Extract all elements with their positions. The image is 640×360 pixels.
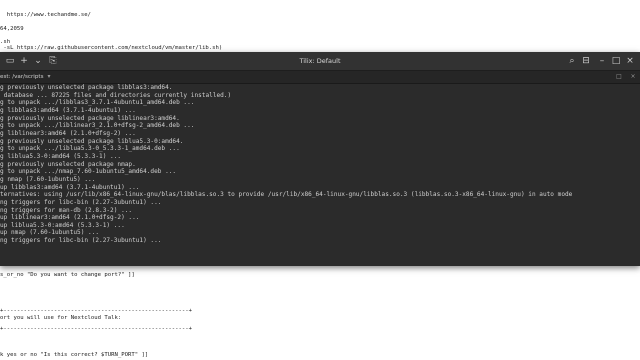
background-line: s_or_no "Do you want to change port?" ]] bbox=[0, 272, 135, 278]
terminal-line: ng triggers for libc-bin (2.27-3ubuntu1)… bbox=[0, 237, 162, 245]
terminal-line: g liblua5.3-0:amd64 (5.3.3-1) ... bbox=[0, 152, 122, 160]
terminal-line: ng triggers for man-db (2.8.3-2) ... bbox=[0, 206, 133, 214]
title-bar[interactable]: ▭ + ⌄ ⎘ Tilix: Default ⌕ ⊟ – □ × bbox=[0, 52, 640, 71]
session-dropdown-icon[interactable]: ▾ bbox=[44, 72, 54, 82]
terminal-line: ng triggers for libc-bin (2.27-3ubuntu1)… bbox=[0, 198, 162, 206]
terminal-line: g previously unselected package libblas3… bbox=[0, 84, 173, 91]
window-title: Tilix: Default bbox=[299, 57, 341, 65]
session-maximize-icon[interactable]: □ bbox=[614, 72, 624, 82]
background-line: -sL https://raw.githubusercontent.com/ne… bbox=[0, 45, 223, 51]
terminal-line: g liblinear3:amd64 (2.1.0+dfsg-2) ... bbox=[0, 129, 136, 137]
maximize-icon[interactable]: □ bbox=[610, 55, 622, 67]
background-line: +---------------------------------------… bbox=[0, 308, 192, 314]
terminal-line: g to unpack .../liblinear3_2.1.0+dfsg-2_… bbox=[0, 122, 195, 130]
terminal-line: g libblas3:amd64 (3.7.1-4ubuntu1) ... bbox=[0, 106, 136, 114]
session-title[interactable]: est: /var/scripts bbox=[0, 71, 44, 83]
terminal-line: g previously unselected package liblua5.… bbox=[0, 137, 184, 145]
terminal-line: ternatives: using /usr/lib/x86_64-linux-… bbox=[0, 191, 573, 199]
minimize-icon[interactable]: – bbox=[596, 55, 608, 67]
background-line: k yes or no "Is this correct? $TURN_PORT… bbox=[0, 352, 149, 358]
terminal-line: g to unpack .../nmap_7.60-1ubuntu5_amd64… bbox=[0, 168, 177, 176]
background-line: +---------------------------------------… bbox=[0, 326, 192, 332]
session-bar[interactable]: est: /var/scripts ▾ □ × bbox=[0, 71, 640, 84]
terminal-line: g to unpack .../liblua5.3-0_5.3.3-1_amd6… bbox=[0, 145, 180, 153]
notifications-icon[interactable]: ⊟ bbox=[580, 55, 592, 67]
session-close-icon[interactable]: × bbox=[628, 72, 638, 82]
close-icon[interactable]: × bbox=[624, 55, 636, 67]
background-line: ort you will use for Nextcloud Talk: bbox=[0, 315, 122, 321]
terminal-line: up liblua5.3-0:amd64 (5.3.3-1) ... bbox=[0, 221, 125, 229]
terminal-output[interactable]: g previously unselected package libblas3… bbox=[0, 84, 640, 266]
terminal-line: database ... 87225 files and directories… bbox=[0, 91, 232, 99]
search-icon[interactable]: ⌕ bbox=[566, 55, 578, 67]
tilix-window[interactable]: ▭ + ⌄ ⎘ Tilix: Default ⌕ ⊟ – □ × est: /v… bbox=[0, 52, 640, 266]
terminal-line: up nmap (7.60-1ubuntu5) ... bbox=[0, 229, 100, 237]
terminal-line: up liblinear3:amd64 (2.1.0+dfsg-2) ... bbox=[0, 214, 140, 222]
terminal-line: g previously unselected package liblinea… bbox=[0, 114, 180, 122]
background-line: 64,2059 bbox=[0, 26, 24, 32]
terminal-line: g to unpack .../libblas3_3.7.1-4ubuntu1_… bbox=[0, 99, 195, 107]
terminal-line: g previously unselected package nmap. bbox=[0, 160, 136, 168]
terminal-line: up libblas3:amd64 (3.7.1-4ubuntu1) ... bbox=[0, 183, 140, 191]
background-line: https://www.techandme.se/ bbox=[0, 12, 91, 18]
terminal-scrollbar[interactable] bbox=[636, 84, 640, 266]
terminal-line: g nmap (7.60-1ubuntu5) ... bbox=[0, 175, 96, 183]
